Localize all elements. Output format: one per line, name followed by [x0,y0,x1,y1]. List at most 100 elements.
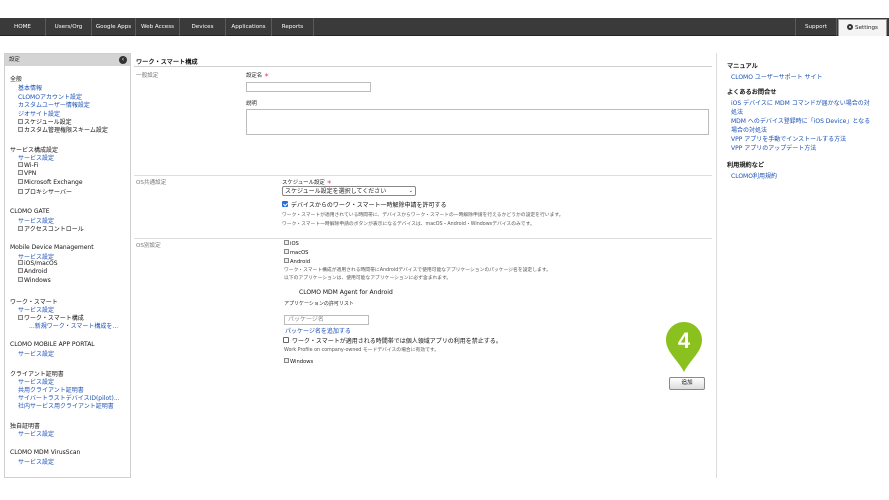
general-section-label: 一般設定 [136,73,159,79]
nav-applications[interactable]: Applications [226,18,272,36]
allow-temp-note-1: ワーク・スマートが適用されている時間帯に、デバイスからワーク・スマートの一時解除… [282,213,564,218]
sidebar-link-portal-settings[interactable]: サービス設定 [18,349,54,358]
terms-heading: 利用規約など [727,162,765,169]
sidebar-link-custom-user[interactable]: カスタムユーザー情報設定 [18,100,90,109]
faq-heading: よくあるお問合せ [727,89,777,96]
sidebar-tree-ios-macos[interactable]: iOS/macOS [18,260,58,267]
expand-icon [284,249,289,254]
os-specific-section-label: OS別設定 [136,243,161,249]
nav-settings-label: Settings [855,25,878,31]
prohibit-personal-apps-checkbox[interactable] [283,337,289,343]
sidebar-tree-exchange[interactable]: Microsoft Exchange [18,179,83,186]
nav-web-access[interactable]: Web Access [136,18,180,36]
os-tree-android[interactable]: Android [284,258,310,265]
prohibit-note: Work Profile on company-owned モードデバイスの場合… [284,348,440,353]
manual-heading: マニュアル [727,63,758,70]
sidebar-link-service-settings[interactable]: サービス設定 [18,153,54,162]
sidebar-tree-label: Microsoft Exchange [24,179,83,186]
name-input[interactable] [246,82,371,92]
package-name-input[interactable]: パッケージ名 [284,315,369,325]
sidebar-link-new-worksmart[interactable]: ...新規ワーク・スマート構成を... [29,321,118,330]
nav-devices[interactable]: Devices [180,18,226,36]
sidebar-tree-label: iOS/macOS [24,260,58,267]
android-note-1: ワーク・スマート構成が適用される時間帯にAndroidデバイスで使用可能なアプリ… [284,268,551,273]
os-common-section-label: OS共通設定 [136,180,167,186]
help-panel: マニュアル CLOMO ユーザーサポート サイト よくあるお問合せ iOS デバ… [716,53,886,478]
description-label: 説明 [246,101,257,107]
faq-link-4[interactable]: VPP アプリのアップデート方法 [731,143,816,152]
sidebar-tree-label: Wi-Fi [24,162,39,169]
expand-icon [18,189,23,194]
expand-icon [18,226,23,231]
manual-link[interactable]: CLOMO ユーザーサポート サイト [731,72,823,81]
expand-icon [284,358,289,363]
nav-reports[interactable]: Reports [272,18,314,36]
nav-users-org[interactable]: Users/Org [46,18,92,36]
faq-link-1-cont[interactable]: 処法 [731,107,743,116]
expand-icon [284,258,289,263]
expand-icon [18,119,23,124]
os-tree-label: Android [290,259,311,265]
os-tree-label: macOS [290,250,309,256]
main-form: ワーク・スマート構成 一般設定 設定名 ＊ 説明 OS共通設定 スケジュール設定… [134,53,712,478]
nav-home[interactable]: HOME [0,18,46,36]
sidebar-tree-label: Android [24,268,48,275]
marker-number: 4 [678,328,691,353]
allow-temp-release-label: デバイスからのワーク・スマート一時解除申請を許可する [291,202,447,209]
schedule-select-value: スケジュール設定を選択してください [285,188,387,195]
sidebar-tree-windows[interactable]: Windows [18,277,51,284]
sidebar-section-gate: CLOMO GATE [10,208,50,215]
name-label-text: 設定名 [246,73,263,79]
add-package-link[interactable]: パッケージ名を追加する [285,326,351,335]
sidebar-tree-proxy[interactable]: プロキシサーバー [18,187,72,196]
allow-list-label: アプリケーションの許可リスト [284,301,354,307]
sidebar-tree-label: Windows [24,277,51,284]
nav-settings-tab[interactable]: Settings [838,19,887,36]
sidebar-section-general: 全般 [10,76,23,83]
page-title: ワーク・スマート構成 [136,59,198,66]
allow-temp-release-checkbox[interactable] [282,201,288,207]
faq-link-2[interactable]: MDM へのデバイス登録時に「iOS Device」となる [731,116,870,125]
android-note-2: 以下のアプリケーションは、使用可能なアプリケーションに必ず含まれます。 [284,276,452,281]
collapse-icon[interactable]: ‹ [119,56,127,64]
add-button[interactable]: 追加 [669,377,705,390]
sidebar-tree-wifi[interactable]: Wi-Fi [18,162,38,169]
sidebar-link-virusscan-settings[interactable]: サービス設定 [18,457,54,466]
faq-link-1[interactable]: iOS デバイスに MDM コマンドが届かない場合の対 [731,98,870,107]
schedule-label: スケジュール設定 ＊ [282,178,332,186]
sidebar-tree-android[interactable]: Android [18,268,47,275]
sidebar-tree-label: プロキシサーバー [24,189,72,196]
os-tree-macos[interactable]: macOS [284,249,308,256]
chevron-down-icon: ⌄ [408,188,413,194]
nav-support[interactable]: Support [795,18,837,36]
sidebar-header: 設定 ‹ [5,54,130,66]
sidebar-tree-label: アクセスコントロール [24,226,84,233]
os-tree-windows[interactable]: Windows [284,358,313,365]
step-marker-pin: 4 [666,322,702,372]
sidebar-link-internal-cert[interactable]: 社内サービス用クライアント証明書 [18,401,114,410]
prohibit-personal-apps-label: ワーク・スマートが適用される時間帯では個人領域アプリの利用を禁止する。 [292,338,502,345]
agent-app-name: CLOMO MDM Agent for Android [299,289,393,296]
sidebar-tree-custom-scheme[interactable]: カスタム管理権限スキーム設定 [18,125,108,134]
sidebar-tree-access-control[interactable]: アクセスコントロール [18,224,84,233]
gear-icon [847,24,854,30]
sidebar-section-mdm: Mobile Device Management [10,244,94,251]
faq-link-3[interactable]: VPP アプリを手動でインストールする方法 [731,134,846,143]
expand-icon [284,240,289,245]
required-mark: ＊ [263,73,270,79]
expand-icon [18,315,23,320]
description-textarea[interactable] [246,109,709,135]
settings-sidebar: 設定 ‹ 全般 基本情報 CLOMOアカウント設定 カスタムユーザー情報設定 ジ… [4,53,131,478]
schedule-select[interactable]: スケジュール設定を選択してください ⌄ [282,186,416,196]
sidebar-tree-vpn[interactable]: VPN [18,170,36,177]
expand-icon [18,127,23,132]
faq-link-2-cont[interactable]: 場合の対処法 [731,125,767,134]
expand-icon [18,268,23,273]
os-tree-ios[interactable]: iOS [284,240,299,247]
nav-google-apps[interactable]: Google Apps [92,18,136,36]
sidebar-link-own-cert-settings[interactable]: サービス設定 [18,429,54,438]
title-divider [134,66,712,67]
terms-link[interactable]: CLOMO利用規約 [731,171,777,180]
expand-icon [18,170,23,175]
sidebar-link-basic-info[interactable]: 基本情報 [18,83,42,92]
